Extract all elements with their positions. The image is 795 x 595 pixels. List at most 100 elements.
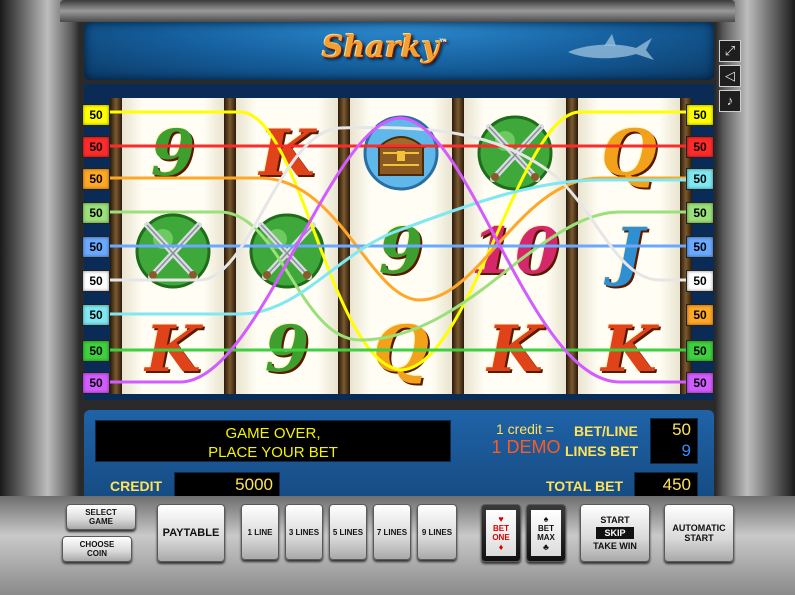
fullscreen-icon: ⤢ <box>724 43 736 58</box>
payline-number-5[interactable]: 50 <box>686 236 714 258</box>
payline-number-2[interactable]: 50 <box>686 136 714 158</box>
payline-number-6[interactable]: 50 <box>82 270 110 292</box>
symbol-swords-icon <box>464 104 566 202</box>
symbol-label: K <box>487 311 543 387</box>
lines-bet-label: LINES BET <box>565 443 639 459</box>
automatic-start-label: AUTOMATIC START <box>672 523 726 543</box>
symbol-9: 9 <box>350 202 452 300</box>
symbol-swords-icon <box>236 202 338 300</box>
status-line-1: GAME OVER, <box>225 425 321 442</box>
bet-max-label: BET MAX <box>537 524 555 542</box>
symbol-label: K <box>601 311 657 387</box>
line-1-label: 1 LINE <box>247 527 273 537</box>
diamond-icon: ♦ <box>498 542 504 552</box>
game-logo: Sharky™ <box>322 30 448 65</box>
choose-coin-button[interactable]: CHOOSE COIN <box>62 536 132 562</box>
game-title: Sharky <box>322 30 439 65</box>
reel-separator <box>566 98 578 394</box>
start-button[interactable]: START SKIP TAKE WIN <box>580 504 650 562</box>
club-icon: ♣ <box>543 542 549 552</box>
payline-number-5[interactable]: 50 <box>82 236 110 258</box>
symbol-k: K <box>464 300 566 398</box>
lines-5-button[interactable]: 5 LINES <box>329 504 367 560</box>
reel-separator <box>452 98 464 394</box>
lines-7-label: 7 LINES <box>376 527 408 537</box>
bet-one-button[interactable]: ♥ BET ONE ♦ <box>481 504 521 562</box>
fullscreen-button[interactable]: ⤢ <box>719 40 741 62</box>
symbol-k: K <box>122 300 224 398</box>
symbol-label: 9 <box>150 115 196 191</box>
lines-9-label: 9 LINES <box>421 527 453 537</box>
paytable-label: PAYTABLE <box>162 527 220 539</box>
spade-icon: ♠ <box>543 514 549 524</box>
status-message: GAME OVER, PLACE YOUR BET <box>95 420 451 462</box>
take-win-label: TAKE WIN <box>593 541 637 551</box>
bet-max-button[interactable]: ♠ BET MAX ♣ <box>526 504 566 562</box>
symbol-swords-icon <box>122 202 224 300</box>
payline-number-7[interactable]: 50 <box>686 304 714 326</box>
credit-label: CREDIT <box>110 478 163 494</box>
sound-button[interactable]: ◁ <box>719 65 741 87</box>
total-bet-label: TOTAL BET <box>546 478 623 494</box>
symbol-10: 10 <box>464 202 566 300</box>
symbol-label: Q <box>373 311 429 387</box>
reel-separator <box>224 98 236 394</box>
total-bet-value: 450 <box>634 472 698 498</box>
lines-3-label: 3 LINES <box>288 527 320 537</box>
payline-number-8[interactable]: 50 <box>82 340 110 362</box>
symbol-9: 9 <box>236 300 338 398</box>
symbol-label: K <box>145 311 201 387</box>
payline-number-7[interactable]: 50 <box>82 304 110 326</box>
credit-value: 5000 <box>174 472 280 498</box>
payline-number-6[interactable]: 50 <box>686 270 714 292</box>
lines-3-button[interactable]: 3 LINES <box>285 504 323 560</box>
symbol-label: 9 <box>264 311 310 387</box>
start-label: START <box>600 515 630 525</box>
symbol-q: Q <box>578 104 680 202</box>
reel-separator <box>110 98 122 394</box>
cabinet-top-frame <box>60 0 735 22</box>
bet-values-box: 50 9 <box>650 418 698 464</box>
payline-number-8[interactable]: 50 <box>686 340 714 362</box>
payline-number-2[interactable]: 50 <box>82 136 110 158</box>
symbol-k: K <box>578 300 680 398</box>
payline-number-1[interactable]: 50 <box>82 104 110 126</box>
skip-label: SKIP <box>596 527 634 539</box>
line-1-button[interactable]: 1 LINE <box>241 504 279 560</box>
symbol-label: K <box>259 115 315 191</box>
payline-number-1[interactable]: 50 <box>686 104 714 126</box>
select-game-button[interactable]: SELECT GAME <box>66 504 136 530</box>
symbol-label: 10 <box>470 213 560 289</box>
payline-number-9[interactable]: 50 <box>82 372 110 394</box>
lines-5-label: 5 LINES <box>332 527 364 537</box>
paytable-button[interactable]: PAYTABLE <box>157 504 225 562</box>
select-game-label: SELECT GAME <box>85 508 117 526</box>
bet-line-label: BET/LINE <box>574 423 638 439</box>
payline-number-9[interactable]: 50 <box>686 372 714 394</box>
automatic-start-button[interactable]: AUTOMATIC START <box>664 504 734 562</box>
symbol-treasure-chest-icon <box>350 104 452 202</box>
status-line-2: PLACE YOUR BET <box>208 444 338 461</box>
payline-number-3[interactable]: 50 <box>686 168 714 190</box>
music-icon: ♪ <box>726 93 734 108</box>
choose-coin-label: CHOOSE COIN <box>79 540 115 558</box>
music-button[interactable]: ♪ <box>719 90 741 112</box>
symbol-j: J <box>578 202 680 300</box>
symbol-label: J <box>613 213 645 289</box>
credit-rate-label: 1 credit = <box>496 421 554 437</box>
heart-icon: ♥ <box>498 514 504 524</box>
symbol-9: 9 <box>122 104 224 202</box>
reel-separator <box>338 98 350 394</box>
symbol-label: 9 <box>378 213 424 289</box>
sound-icon: ◁ <box>725 68 735 83</box>
symbol-label: Q <box>601 115 657 191</box>
symbol-k: K <box>236 104 338 202</box>
symbol-q: Q <box>350 300 452 398</box>
payline-number-4[interactable]: 50 <box>686 202 714 224</box>
bet-line-value: 50 <box>672 420 691 439</box>
bet-one-label: BET ONE <box>492 524 510 542</box>
payline-number-4[interactable]: 50 <box>82 202 110 224</box>
payline-number-3[interactable]: 50 <box>82 168 110 190</box>
lines-7-button[interactable]: 7 LINES <box>373 504 411 560</box>
lines-9-button[interactable]: 9 LINES <box>417 504 457 560</box>
